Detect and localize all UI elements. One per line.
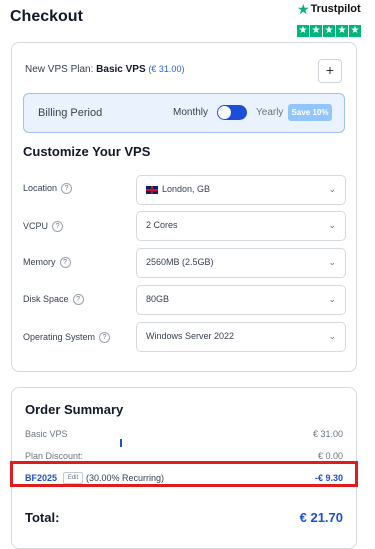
location-label-text: Location <box>23 183 58 193</box>
location-value-text: London, GB <box>162 184 211 194</box>
help-icon[interactable]: ? <box>52 221 64 233</box>
chevron-down-icon: ⌄ <box>328 184 336 194</box>
trustpilot-name: Trustpilot <box>310 3 361 15</box>
disk-space-label-text: Disk Space <box>23 294 69 304</box>
total-label: Total: <box>25 510 60 525</box>
disk-space-value: 80GB <box>146 294 170 304</box>
save-badge: Save 10% <box>288 104 332 121</box>
star-icon: ★ <box>323 25 335 37</box>
os-label-text: Operating System <box>23 332 96 342</box>
os-select[interactable]: Windows Server 2022 ⌄ <box>136 322 346 352</box>
star-icon: ★ <box>310 25 322 37</box>
add-plan-button[interactable]: + <box>318 59 342 83</box>
plan-discount-value: € 0.00 <box>317 451 343 461</box>
basic-vps-value: € 31.00 <box>312 429 343 439</box>
coupon-description: (30.00% Recurring) <box>86 473 165 483</box>
chevron-down-icon: ⌄ <box>328 257 336 267</box>
disk-space-label: Disk Space? <box>23 294 84 306</box>
star-icon: ★ <box>297 25 309 37</box>
chevron-down-icon: ⌄ <box>328 220 336 230</box>
trustpilot-rating: ★ ★ ★ ★ ★ <box>297 25 367 37</box>
billing-toggle[interactable] <box>217 105 247 120</box>
location-value: London, GB <box>146 184 210 194</box>
plan-prefix: New VPS Plan: <box>25 64 94 75</box>
billing-period-label: Billing Period <box>38 107 103 119</box>
plan-name: Basic VPS <box>96 64 146 75</box>
yearly-label[interactable]: Yearly <box>256 107 283 118</box>
os-label: Operating System? <box>23 332 111 344</box>
memory-select[interactable]: 2560MB (2.5GB) ⌄ <box>136 248 346 278</box>
chevron-down-icon: ⌄ <box>328 331 336 341</box>
plan-price: (€ 31.00) <box>148 64 185 74</box>
monthly-label[interactable]: Monthly <box>173 107 208 118</box>
memory-label-text: Memory <box>23 257 56 267</box>
trustpilot-badge[interactable]: ★Trustpilot ★ ★ ★ ★ ★ <box>297 1 367 37</box>
text-cursor <box>120 439 122 447</box>
memory-label: Memory? <box>23 257 71 269</box>
customize-title: Customize Your VPS <box>23 144 151 159</box>
location-label: Location? <box>23 183 73 195</box>
trustpilot-star-icon: ★ <box>297 1 310 17</box>
help-icon[interactable]: ? <box>99 332 111 344</box>
vcpu-label: VCPU? <box>23 221 64 233</box>
toggle-knob <box>218 106 231 119</box>
disk-space-select[interactable]: 80GB ⌄ <box>136 285 346 315</box>
order-summary-title: Order Summary <box>25 402 124 417</box>
star-icon: ★ <box>336 25 348 37</box>
chevron-down-icon: ⌄ <box>328 294 336 304</box>
vcpu-label-text: VCPU <box>23 221 49 231</box>
coupon-value: -€ 9.30 <box>314 473 343 483</box>
basic-vps-label: Basic VPS <box>25 429 68 439</box>
location-select[interactable]: London, GB ⌄ <box>136 175 346 205</box>
help-icon[interactable]: ? <box>59 257 71 269</box>
os-value: Windows Server 2022 <box>146 331 235 341</box>
star-icon: ★ <box>349 25 361 37</box>
coupon-code: BF2025 <box>25 473 58 483</box>
total-value: € 21.70 <box>299 510 343 525</box>
edit-coupon-button[interactable]: Edit <box>63 472 83 484</box>
help-icon[interactable]: ? <box>72 294 84 306</box>
vcpu-select[interactable]: 2 Cores ⌄ <box>136 211 346 241</box>
billing-period-panel: Billing Period Monthly Yearly Save 10% <box>23 93 345 133</box>
uk-flag-icon <box>146 185 158 194</box>
memory-value: 2560MB (2.5GB) <box>146 257 214 267</box>
vcpu-value: 2 Cores <box>146 220 178 230</box>
page-title: Checkout <box>10 8 83 25</box>
plan-discount-label: Plan Discount: <box>25 451 84 461</box>
help-icon[interactable]: ? <box>61 183 73 195</box>
plan-summary-line: New VPS Plan: Basic VPS (€ 31.00) <box>25 64 184 75</box>
